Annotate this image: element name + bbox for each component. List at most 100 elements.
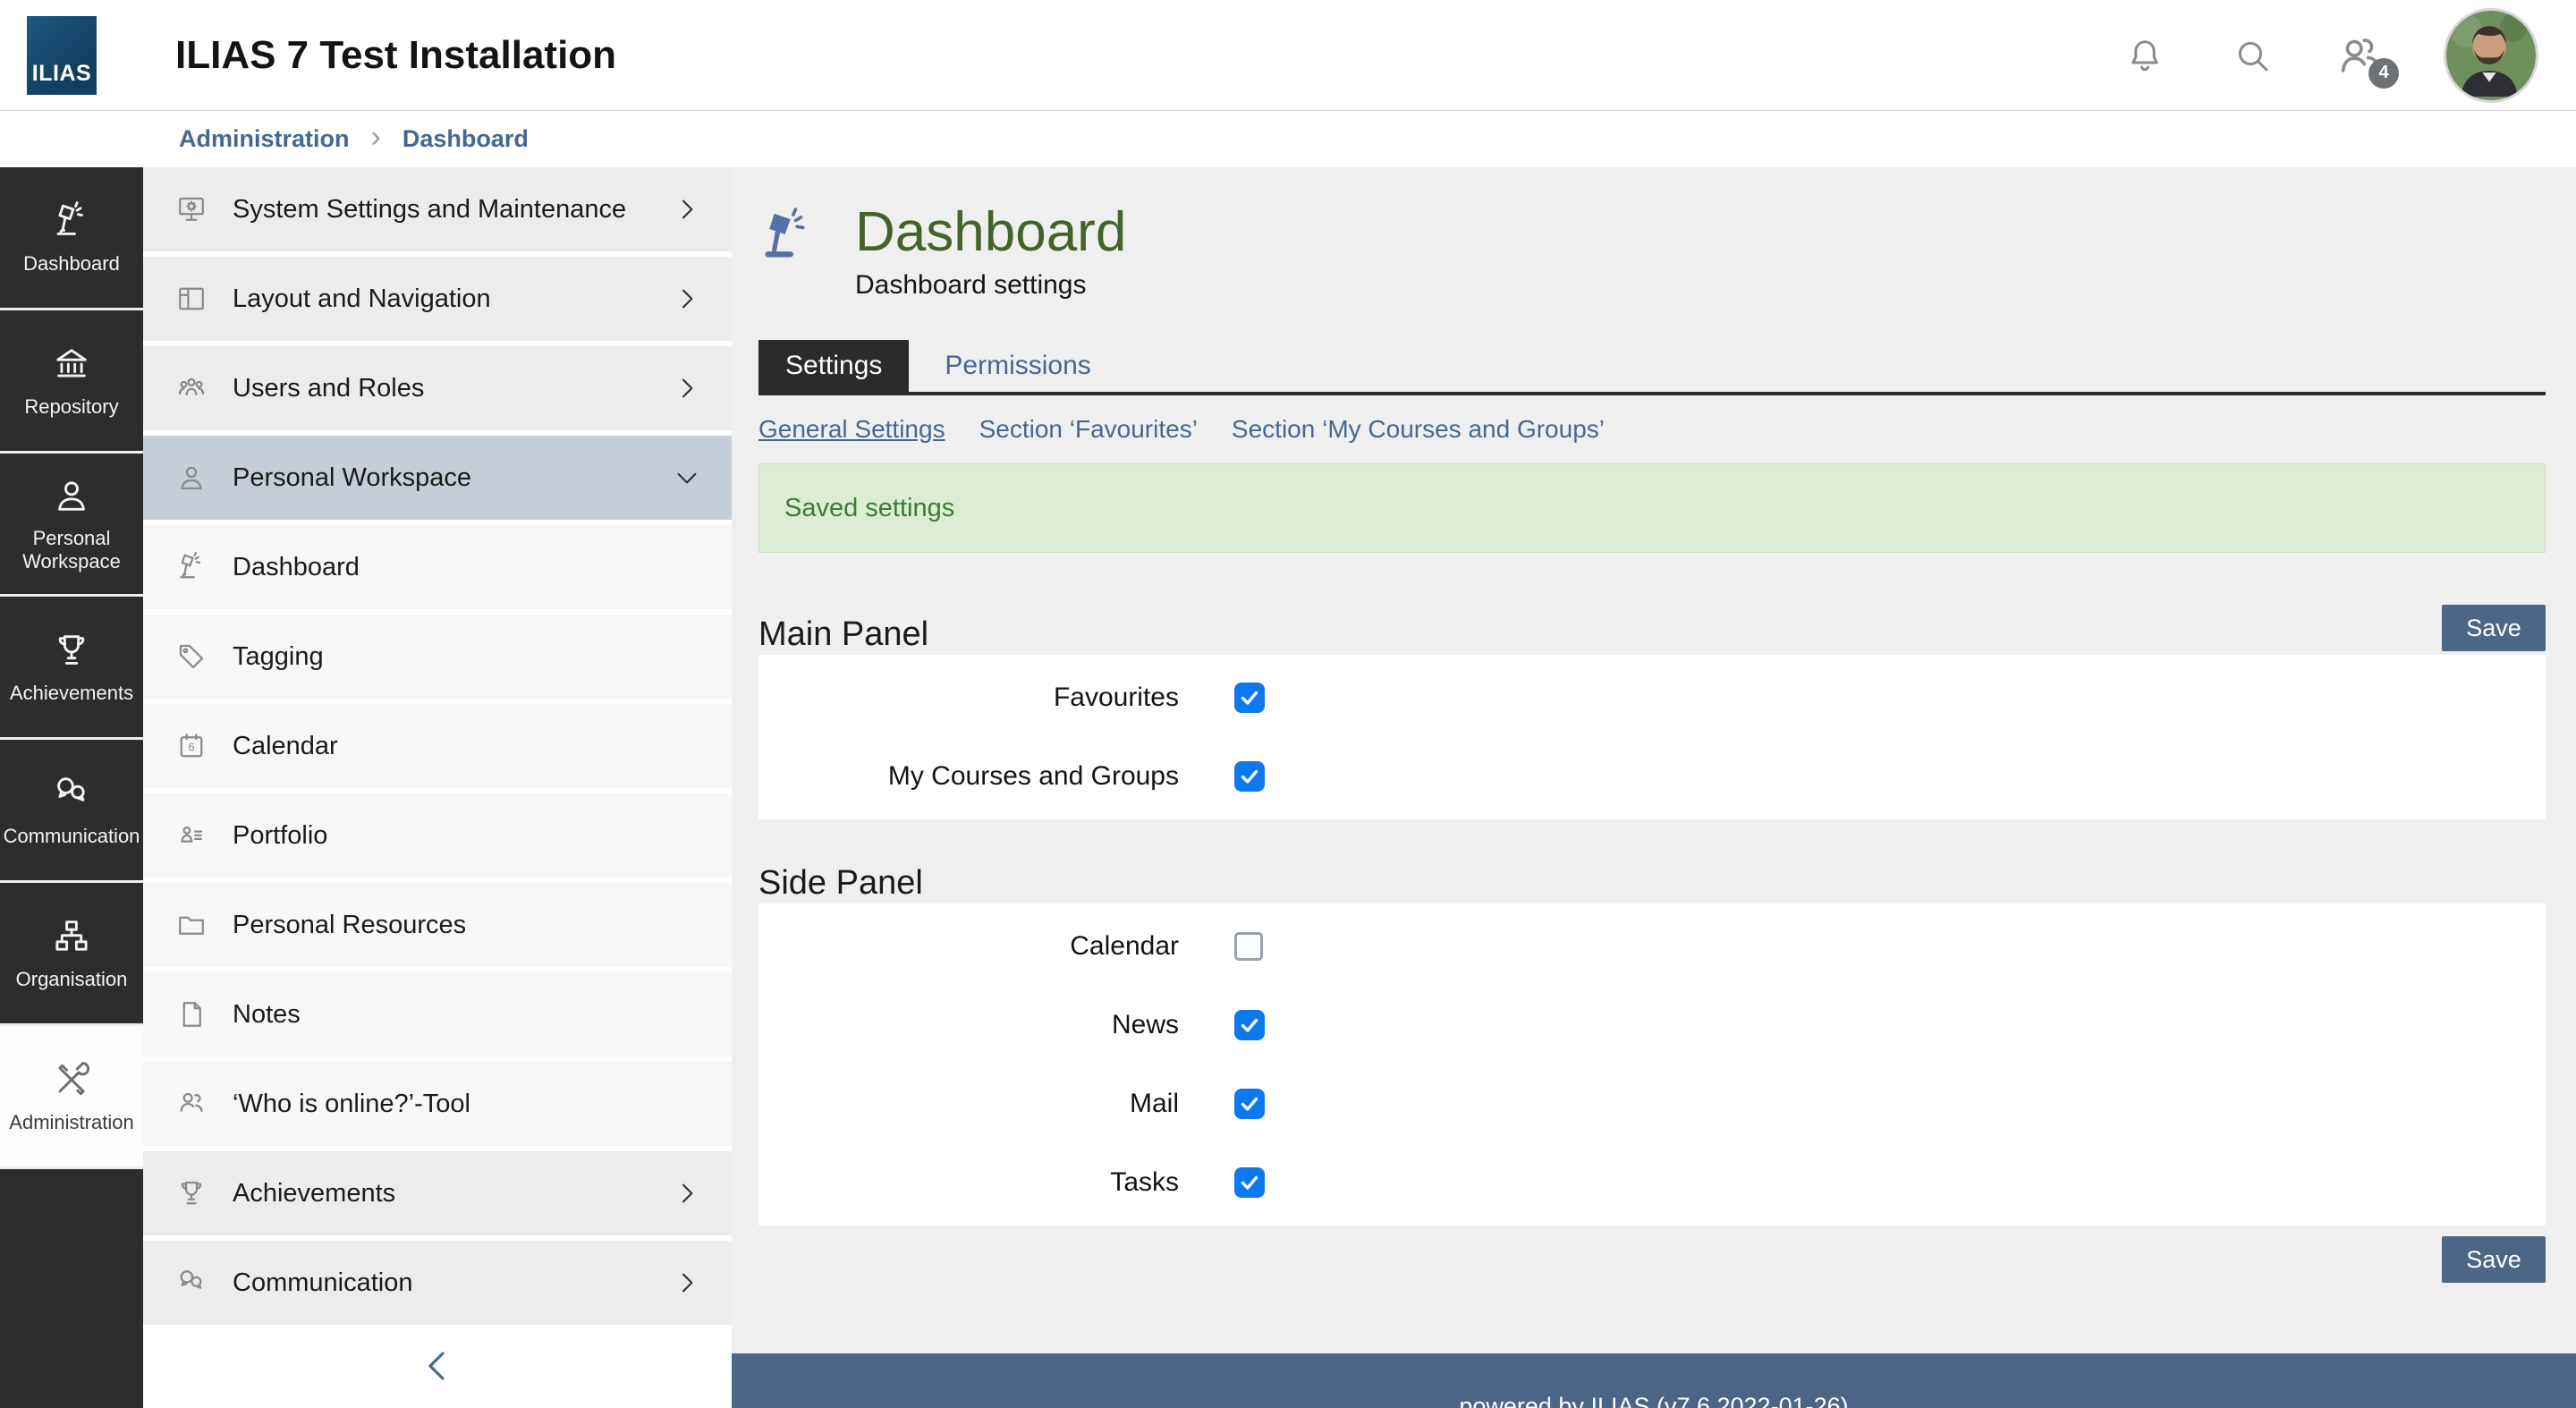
menu-label: Portfolio [233,821,327,851]
chevron-left-icon [416,1344,459,1387]
section-head-side-panel: Side Panel [758,855,2546,900]
lamp-icon [51,200,92,242]
trophy-icon [175,1177,208,1209]
subtab-section-my-courses-groups[interactable]: Section ‘My Courses and Groups’ [1232,415,1605,444]
search-button[interactable] [2231,34,2274,77]
subtab-general-settings[interactable]: General Settings [758,415,945,444]
rail-label: Personal Workspace [0,527,143,573]
form-row-my-courses-groups: My Courses and Groups [758,737,2546,816]
chevron-right-icon [673,374,701,403]
breadcrumb-dashboard[interactable]: Dashboard [402,125,529,153]
repository-icon [51,344,92,385]
menu-label: Personal Workspace [233,463,471,493]
tasks-checkbox[interactable] [1234,1167,1265,1198]
menu-label: Dashboard [233,553,360,582]
save-button[interactable]: Save [2442,605,2546,651]
menu-label: Communication [233,1268,412,1298]
rail-item-communication[interactable]: Communication [0,740,143,883]
admin-menu: System Settings and Maintenance Layout a… [143,167,732,1408]
top-header: ILIAS ILIAS 7 Test Installation 4 [0,0,2576,111]
menu-item-layout-navigation[interactable]: Layout and Navigation [143,257,732,341]
collapse-menu-button[interactable] [143,1330,732,1408]
rail-item-organisation[interactable]: Organisation [0,883,143,1026]
mail-checkbox[interactable] [1234,1089,1265,1119]
dashboard-lamp-icon [758,207,816,266]
chevron-right-icon [673,1268,701,1297]
rail-item-repository[interactable]: Repository [0,310,143,454]
calendar-checkbox[interactable] [1234,932,1263,961]
tab-permissions[interactable]: Permissions [918,340,1117,392]
news-checkbox[interactable] [1234,1010,1265,1040]
chevron-right-icon [673,195,701,224]
menu-item-users-roles[interactable]: Users and Roles [143,346,732,430]
page-title: Dashboard [855,201,1126,263]
section-title-main-panel: Main Panel [758,617,928,651]
check-icon [1239,766,1260,787]
form-label: Favourites [758,683,1179,713]
topbar-actions: 4 [2123,8,2538,103]
menu-item-personal-resources[interactable]: Personal Resources [143,883,732,967]
menu-label: ‘Who is online?’-Tool [233,1090,470,1119]
menu-label: Users and Roles [233,374,424,403]
rail-item-administration[interactable]: Administration [0,1026,143,1169]
tab-bar: Settings Permissions [758,340,2546,395]
users-icon [175,372,208,404]
page-subtitle: Dashboard settings [855,270,1126,301]
check-icon [1239,1172,1260,1193]
menu-item-calendar[interactable]: Calendar [143,704,732,788]
tag-icon [175,640,208,673]
menu-item-who-is-online[interactable]: ‘Who is online?’-Tool [143,1062,732,1146]
tab-settings[interactable]: Settings [758,340,909,392]
form-label: My Courses and Groups [758,761,1179,792]
rail-label: Dashboard [18,252,125,276]
person-icon [51,475,92,516]
menu-label: Achievements [233,1179,395,1209]
save-button-bottom[interactable]: Save [2442,1236,2546,1283]
breadcrumb-administration[interactable]: Administration [179,125,350,153]
menu-item-personal-workspace[interactable]: Personal Workspace [143,436,732,520]
rail-label: Achievements [4,682,139,705]
rail-label: Communication [0,825,145,848]
chevron-right-icon [673,284,701,313]
online-users-button[interactable]: 4 [2333,30,2385,81]
menu-label: System Settings and Maintenance [233,195,626,225]
app-title: ILIAS 7 Test Installation [175,33,616,78]
orgchart-icon [51,916,92,957]
menu-item-achievements[interactable]: Achievements [143,1151,732,1235]
rail-item-personal-workspace[interactable]: Personal Workspace [0,454,143,597]
menu-label: Notes [233,1000,301,1030]
rail-item-dashboard[interactable]: Dashboard [0,167,143,310]
form-row-tasks: Tasks [758,1143,2546,1222]
breadcrumb: Administration › Dashboard [0,111,2576,167]
rail-item-achievements[interactable]: Achievements [0,597,143,740]
chat-icon [51,773,92,814]
ilias-logo[interactable]: ILIAS [27,16,97,95]
menu-label: Tagging [233,642,324,672]
check-icon [1239,687,1260,708]
form-label: Tasks [758,1167,1179,1198]
menu-item-portfolio[interactable]: Portfolio [143,793,732,878]
form-label: Calendar [758,931,1179,962]
menu-item-notes[interactable]: Notes [143,972,732,1056]
online-users-badge: 4 [2368,58,2399,89]
section-title-side-panel: Side Panel [758,866,923,900]
user-avatar[interactable] [2444,8,2538,103]
check-icon [1239,1014,1260,1036]
menu-item-communication[interactable]: Communication [143,1241,732,1325]
avatar-image [2446,11,2532,97]
subtab-section-favourites[interactable]: Section ‘Favourites’ [979,415,1198,444]
my-courses-groups-checkbox[interactable] [1234,761,1265,792]
side-panel-form: Calendar News Mail [758,903,2546,1226]
calendar-icon [175,730,208,762]
notifications-button[interactable] [2123,34,2166,77]
menu-item-dashboard[interactable]: Dashboard [143,525,732,609]
rail-filler [0,1169,143,1408]
rail-label: Repository [19,395,123,419]
main-content: Dashboard Dashboard settings Settings Pe… [732,167,2576,1408]
page-body: Dashboard Repository Personal Workspace … [0,167,2576,1408]
form-label: News [758,1010,1179,1040]
menu-item-system-settings[interactable]: System Settings and Maintenance [143,167,732,251]
favourites-checkbox[interactable] [1234,683,1265,713]
menu-item-tagging[interactable]: Tagging [143,615,732,699]
form-row-news: News [758,986,2546,1064]
